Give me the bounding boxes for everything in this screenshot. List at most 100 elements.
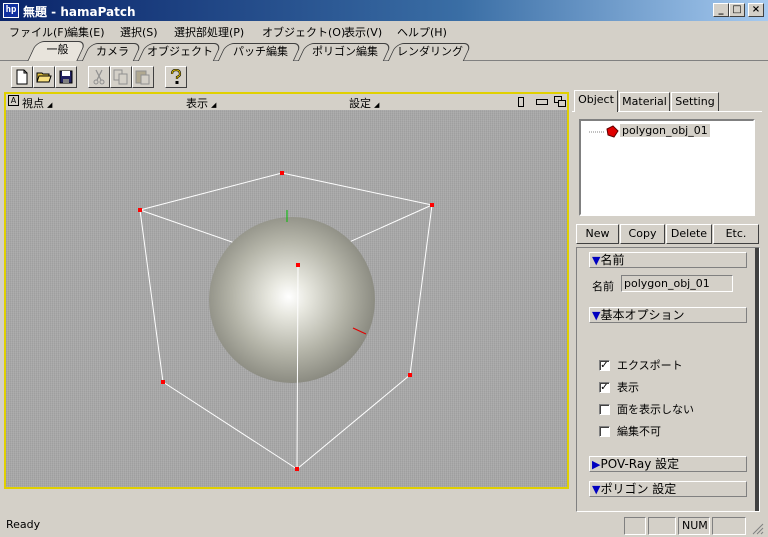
section-name-header[interactable]: ▼名前 [589,252,747,268]
name-field[interactable]: polygon_obj_01 [621,275,733,292]
property-sheet: ▼名前 名前 polygon_obj_01 ▼基本オプション ✓ エクスポート ✓… [576,247,760,512]
settings-caret-icon: ◢ [374,101,380,109]
name-label: 名前 [592,280,614,293]
tree-item-polygon[interactable]: polygon_obj_01 [620,124,710,137]
maximize-icon: □ [732,4,742,15]
display-menu[interactable]: 表示 [186,95,208,111]
delete-object-button[interactable]: Delete [666,224,712,244]
section-polygon-header[interactable]: ▼ポリゴン 設定 [589,481,747,497]
section-polygon-label: ポリゴン 設定 [600,482,677,496]
tab-patch-edit-label: パッチ編集 [232,45,288,58]
hide-faces-checkbox-row[interactable]: 面を表示しない [599,401,694,417]
viewport-frame: A 視点 ◢ 表示 ◢ 設定 ◢ [4,92,569,489]
section-basic-label: 基本オプション [600,308,685,322]
copy-icon [113,69,128,85]
help-button[interactable] [165,66,187,88]
minimize-icon: _ [718,4,724,15]
menu-file[interactable]: ファイル(F) [9,24,68,40]
new-button[interactable] [11,66,33,88]
viewpoint-menu[interactable]: 視点 [22,95,44,111]
lock-edit-checkbox[interactable] [599,425,610,437]
sphere-object[interactable] [209,217,375,383]
paste-button[interactable] [132,66,154,88]
title-bar[interactable]: hp 無題 - hamaPatch _ □ × [0,0,768,21]
menu-selection-process[interactable]: 選択部処理(P) [174,24,244,40]
close-button[interactable]: × [748,3,764,17]
viewport-header: A 視点 ◢ 表示 ◢ 設定 ◢ [6,94,567,110]
app-icon[interactable]: hp [3,3,19,18]
display-caret-icon: ◢ [211,101,217,109]
split-horizontal-icon[interactable] [536,99,548,105]
menu-select[interactable]: 選択(S) [120,24,158,40]
settings-menu[interactable]: 設定 [349,95,371,111]
tab-general[interactable]: 一般 [27,41,87,61]
new-object-button[interactable]: New [576,224,619,244]
status-pane-2 [648,517,676,535]
new-file-icon [16,69,28,85]
etc-button[interactable]: Etc. [713,224,759,244]
close-icon: × [751,4,761,15]
toolbar [0,63,768,91]
tab-object-label: オブジェクト [147,45,213,58]
status-pane-1 [624,517,646,535]
export-checkbox[interactable]: ✓ [599,359,610,371]
tab-polygon-edit-label: ポリゴン編集 [312,45,378,58]
tab-rendering[interactable]: レンダリング [387,43,473,61]
object-tree[interactable]: polygon_obj_01 [579,119,755,216]
split-quad-icon[interactable] [554,96,566,107]
scissors-icon [93,69,105,85]
split-vertical-icon[interactable] [518,97,524,107]
tab-object-panel[interactable]: Object [574,90,618,112]
copy-button[interactable] [110,66,132,88]
paste-icon [135,70,150,85]
save-disk-icon [59,70,73,84]
minimize-button[interactable]: _ [713,3,729,17]
save-button[interactable] [55,66,77,88]
menu-bar: ファイル(F) 編集(E) 選択(S) 選択部処理(P) オブジェクト(O) 表… [0,21,768,41]
lock-edit-label: 編集不可 [617,425,661,438]
hide-faces-label: 面を表示しない [617,403,694,416]
tree-line-icon [589,125,619,138]
mode-tabs: 一般 カメラ オブジェクト パッチ編集 ポリゴン編集 レンダリング [0,41,768,61]
tab-object[interactable]: オブジェクト [137,43,223,61]
window-title: 無題 - hamaPatch [23,5,136,19]
maximize-button[interactable]: □ [729,3,745,17]
section-povray-header[interactable]: ▶POV-Ray 設定 [589,456,747,472]
menu-object[interactable]: オブジェクト(O) [262,24,345,40]
visible-checkbox-row[interactable]: ✓ 表示 [599,379,639,395]
tab-camera-label: カメラ [95,45,129,58]
viewport-corner-icon[interactable]: A [8,95,19,106]
hide-faces-checkbox[interactable] [599,403,610,415]
tab-general-label: 一般 [46,43,69,56]
tab-setting-panel[interactable]: Setting [671,92,719,111]
scene-canvas[interactable] [6,110,567,487]
lock-edit-checkbox-row[interactable]: 編集不可 [599,423,661,439]
resize-grip-icon[interactable] [752,523,764,535]
3d-viewport[interactable] [6,110,567,487]
open-button[interactable] [33,66,55,88]
cut-button[interactable] [88,66,110,88]
menu-view[interactable]: 表示(V) [344,24,382,40]
status-bar: Ready NUM [0,514,768,537]
section-name-label: 名前 [600,253,625,267]
tab-camera[interactable]: カメラ [81,43,143,61]
section-basic-header[interactable]: ▼基本オプション [589,307,747,323]
tab-rendering-label: レンダリング [397,45,463,58]
tab-patch-edit[interactable]: パッチ編集 [217,43,303,61]
help-question-icon [170,69,182,84]
menu-help[interactable]: ヘルプ(H) [397,24,447,40]
copy-object-button[interactable]: Copy [620,224,665,244]
visible-checkbox[interactable]: ✓ [599,381,610,393]
property-scrollbar[interactable] [755,248,759,511]
export-label: エクスポート [617,359,683,372]
visible-label: 表示 [617,381,639,394]
tab-material-panel[interactable]: Material [619,92,670,111]
status-pane-4 [712,517,746,535]
tab-polygon-edit[interactable]: ポリゴン編集 [297,43,393,61]
section-povray-label: POV-Ray 設定 [600,457,680,471]
status-num: NUM [678,517,710,535]
menu-edit[interactable]: 編集(E) [67,24,105,40]
export-checkbox-row[interactable]: ✓ エクスポート [599,357,683,373]
status-text: Ready [6,518,41,531]
properties-panel: Object Material Setting polygon_obj_01 N… [572,90,764,514]
